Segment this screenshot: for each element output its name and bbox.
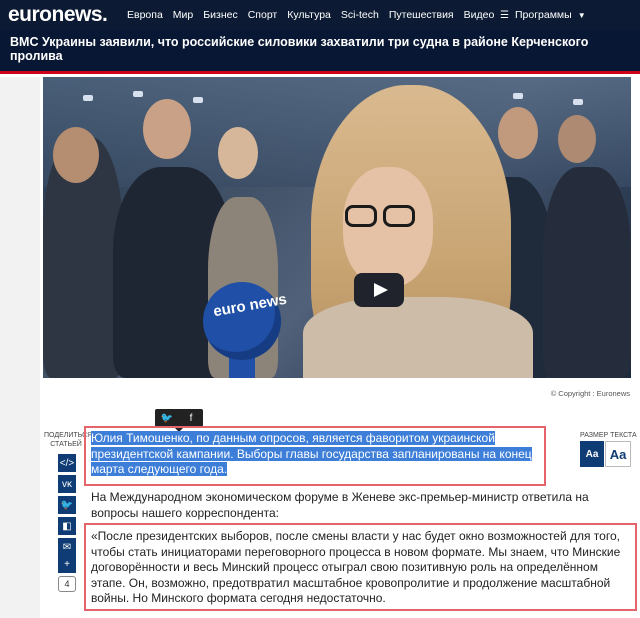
page: euronews. Европа Мир Бизнес Спорт Культу… <box>0 0 640 618</box>
background-head <box>218 127 258 179</box>
breaking-news-bar[interactable]: ВМС Украины заявили, что российские сило… <box>0 30 640 74</box>
play-icon <box>374 283 388 297</box>
vk-icon: ᴠᴋ <box>62 478 72 490</box>
top-navigation: euronews. Европа Мир Бизнес Спорт Культу… <box>0 0 640 30</box>
background-head <box>143 99 191 159</box>
article-lead: Юлия Тимошенко, по данным опросов, являе… <box>91 431 541 478</box>
left-gutter <box>0 77 40 618</box>
glasses-lens <box>345 205 377 227</box>
play-button[interactable] <box>354 273 404 307</box>
text-size-small-button[interactable]: Aa <box>580 441 604 467</box>
background-person <box>543 167 631 378</box>
nav-item-europe[interactable]: Европа <box>127 9 163 21</box>
ceiling-light <box>133 91 143 97</box>
comments-count-button[interactable]: 4 <box>58 576 76 592</box>
nav-item-sport[interactable]: Спорт <box>248 9 278 21</box>
share-label: ПОДЕЛИТЬСЯ СТАТЬЕЙ <box>44 431 93 449</box>
nav-item-scitech[interactable]: Sci-tech <box>341 9 379 21</box>
share-label-line2: СТАТЬЕЙ <box>50 441 82 448</box>
glasses-lens <box>383 205 415 227</box>
nav-item-video[interactable]: Видео <box>464 9 495 21</box>
vk-share-button[interactable]: ᴠᴋ <box>58 475 76 493</box>
ceiling-light <box>513 93 523 99</box>
interviewee-jacket <box>303 297 533 378</box>
more-share-button[interactable]: + <box>58 555 76 573</box>
ceiling-light <box>83 95 93 101</box>
background-head <box>53 127 99 183</box>
text-size-large-button[interactable]: Aa <box>605 441 631 467</box>
plus-icon: + <box>64 558 70 570</box>
article-quote: «После президентских выборов, после смен… <box>91 529 621 605</box>
nav-item-travel[interactable]: Путешествия <box>389 9 454 21</box>
copyright-text: © Copyright : Euronews <box>550 389 630 398</box>
nav-item-culture[interactable]: Культура <box>287 9 331 21</box>
programs-label: Программы <box>514 9 572 21</box>
nav-menu: Европа Мир Бизнес Спорт Культура Sci-tec… <box>127 9 504 21</box>
video-player[interactable]: euro news <box>43 77 631 378</box>
selected-lead-text[interactable]: Юлия Тимошенко, по данным опросов, являе… <box>91 431 532 476</box>
twitter-icon: 🐦 <box>60 499 74 511</box>
programs-menu-button[interactable]: ☰ Программы ▼ <box>500 9 586 21</box>
twitter-share-button[interactable]: 🐦 <box>58 496 76 514</box>
email-share-button[interactable]: ✉ <box>58 538 76 556</box>
breaking-headline[interactable]: ВМС Украины заявили, что российские сило… <box>10 35 640 63</box>
caret-down-icon: ▼ <box>577 10 586 20</box>
article-paragraph: На Международном экономическом форуме в … <box>91 490 589 520</box>
nav-item-world[interactable]: Мир <box>173 9 193 21</box>
interviewee-face <box>343 167 433 287</box>
text-size-label: РАЗМЕР ТЕКСТА <box>580 432 637 439</box>
nav-item-business[interactable]: Бизнес <box>203 9 237 21</box>
quote-share-popup: 🐦 f <box>155 409 203 427</box>
embed-share-button[interactable]: </> <box>58 454 76 472</box>
facebook-icon[interactable]: f <box>179 409 203 427</box>
share-label-line1: ПОДЕЛИТЬСЯ <box>44 432 93 439</box>
flipboard-share-button[interactable]: ◧ <box>58 517 76 535</box>
flipboard-icon: ◧ <box>62 520 72 532</box>
hamburger-icon: ☰ <box>500 9 509 21</box>
ceiling-light <box>573 99 583 105</box>
embed-icon: </> <box>59 457 75 469</box>
background-head <box>558 115 596 163</box>
ceiling-light <box>193 97 203 103</box>
euronews-logo[interactable]: euronews. <box>8 3 108 27</box>
twitter-icon[interactable]: 🐦 <box>155 409 179 427</box>
background-head <box>498 107 538 159</box>
email-icon: ✉ <box>62 541 72 553</box>
